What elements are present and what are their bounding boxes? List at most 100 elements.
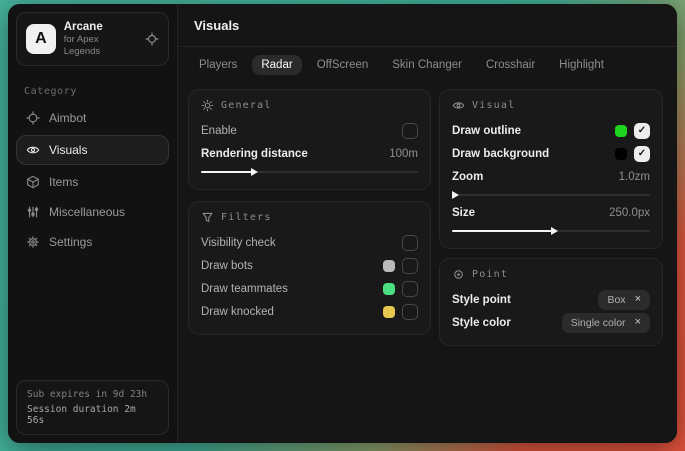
sidebar-item-items[interactable]: Items: [16, 169, 169, 195]
sidebar-item-visuals[interactable]: Visuals: [16, 135, 169, 165]
panel-visual-title: Visual: [472, 100, 515, 111]
session-duration-text: Session duration 2m 56s: [27, 404, 158, 426]
tab-crosshair[interactable]: Crosshair: [477, 55, 544, 75]
draw-bots-label: Draw bots: [201, 260, 253, 272]
check-icon: ✓: [638, 126, 646, 136]
draw-knocked-label: Draw knocked: [201, 306, 274, 318]
panel-general-title: General: [221, 100, 272, 111]
style-point-select[interactable]: Box ×: [598, 290, 650, 310]
panel-filters: Filters Visibility check Draw bots: [188, 201, 431, 335]
visibility-check-checkbox[interactable]: [402, 235, 418, 251]
draw-outline-row: Draw outline ✓: [452, 119, 650, 142]
slider-thumb[interactable]: [551, 227, 558, 235]
sliders-icon: [26, 205, 40, 219]
draw-teammates-checkbox[interactable]: [402, 281, 418, 297]
sidebar-item-label: Aimbot: [49, 111, 86, 125]
target-icon[interactable]: [145, 32, 159, 46]
panel-general: General Enable Rendering distance 100m: [188, 89, 431, 190]
sub-expires-text: Sub expires in 9d 23h: [27, 389, 158, 400]
sidebar-nav: Aimbot Visuals Items: [8, 105, 177, 255]
point-icon: [452, 268, 465, 281]
zoom-row: Zoom 1.0zm: [452, 165, 650, 188]
main-area: Visuals Players Radar OffScreen Skin Cha…: [178, 4, 677, 443]
check-icon: ✓: [638, 149, 646, 159]
size-row: Size 250.0px: [452, 201, 650, 224]
rendering-distance-label: Rendering distance: [201, 148, 308, 160]
draw-background-color-swatch[interactable]: [615, 148, 627, 160]
funnel-icon: [201, 211, 214, 224]
tab-highlight[interactable]: Highlight: [550, 55, 613, 75]
sidebar-item-miscellaneous[interactable]: Miscellaneous: [16, 199, 169, 225]
draw-outline-checkbox[interactable]: ✓: [634, 123, 650, 139]
style-color-value: Single color: [571, 317, 626, 329]
slider-thumb[interactable]: [452, 191, 459, 199]
gear-icon: [26, 235, 40, 249]
session-card: Sub expires in 9d 23h Session duration 2…: [16, 380, 169, 435]
box-icon: [26, 175, 40, 189]
tabbar: Players Radar OffScreen Skin Changer Cro…: [178, 47, 677, 81]
sidebar-item-aimbot[interactable]: Aimbot: [16, 105, 169, 131]
tab-radar[interactable]: Radar: [252, 55, 301, 75]
app-name: Arcane: [64, 20, 137, 34]
style-color-row: Style color Single color ×: [452, 311, 650, 334]
draw-background-checkbox[interactable]: ✓: [634, 146, 650, 162]
sidebar-item-label: Items: [49, 175, 78, 189]
style-color-select[interactable]: Single color ×: [562, 313, 650, 333]
visibility-check-label: Visibility check: [201, 237, 276, 249]
main-header: Visuals: [178, 4, 677, 47]
sidebar-item-settings[interactable]: Settings: [16, 229, 169, 255]
enable-checkbox[interactable]: [402, 123, 418, 139]
draw-knocked-color-swatch[interactable]: [383, 306, 395, 318]
draw-knocked-row: Draw knocked: [201, 300, 418, 323]
draw-bots-checkbox[interactable]: [402, 258, 418, 274]
enable-row: Enable: [201, 119, 418, 142]
draw-outline-label: Draw outline: [452, 125, 521, 137]
rendering-distance-value: 100m: [389, 148, 418, 160]
slider-thumb[interactable]: [251, 168, 258, 176]
zoom-slider[interactable]: [452, 189, 650, 201]
eye-icon: [452, 99, 465, 112]
clear-icon[interactable]: ×: [635, 294, 641, 305]
clear-icon[interactable]: ×: [635, 317, 641, 328]
panel-visual: Visual Draw outline ✓ Draw background: [439, 89, 663, 249]
size-label: Size: [452, 207, 475, 219]
draw-bots-row: Draw bots: [201, 254, 418, 277]
tab-skin-changer[interactable]: Skin Changer: [383, 55, 471, 75]
style-point-value: Box: [607, 294, 625, 306]
crosshair-icon: [26, 111, 40, 125]
draw-teammates-color-swatch[interactable]: [383, 283, 395, 295]
size-slider[interactable]: [452, 225, 650, 237]
brand-card: A Arcane for Apex Legends: [16, 12, 169, 66]
tab-players[interactable]: Players: [190, 55, 246, 75]
page-title: Visuals: [194, 18, 239, 33]
sidebar-item-label: Miscellaneous: [49, 205, 125, 219]
rendering-distance-slider[interactable]: [201, 166, 418, 178]
app-subtitle: for Apex Legends: [64, 34, 137, 58]
sidebar: A Arcane for Apex Legends Category: [8, 4, 178, 443]
app-window: A Arcane for Apex Legends Category: [8, 4, 677, 443]
enable-label: Enable: [201, 125, 237, 137]
content: General Enable Rendering distance 100m: [178, 81, 677, 356]
visibility-check-row: Visibility check: [201, 231, 418, 254]
draw-teammates-row: Draw teammates: [201, 277, 418, 300]
sidebar-item-label: Visuals: [49, 143, 87, 157]
style-point-label: Style point: [452, 294, 511, 306]
app-logo: A: [26, 24, 56, 54]
draw-teammates-label: Draw teammates: [201, 283, 288, 295]
style-point-row: Style point Box ×: [452, 288, 650, 311]
draw-knocked-checkbox[interactable]: [402, 304, 418, 320]
tab-offscreen[interactable]: OffScreen: [308, 55, 378, 75]
draw-bots-color-swatch[interactable]: [383, 260, 395, 272]
draw-outline-color-swatch[interactable]: [615, 125, 627, 137]
sun-icon: [201, 99, 214, 112]
rendering-distance-row: Rendering distance 100m: [201, 142, 418, 165]
draw-background-label: Draw background: [452, 148, 549, 160]
size-value: 250.0px: [609, 207, 650, 219]
draw-background-row: Draw background ✓: [452, 142, 650, 165]
zoom-label: Zoom: [452, 171, 483, 183]
panel-point-title: Point: [472, 269, 508, 280]
zoom-value: 1.0zm: [619, 171, 650, 183]
style-color-label: Style color: [452, 317, 511, 329]
panel-filters-title: Filters: [221, 212, 272, 223]
sidebar-item-label: Settings: [49, 235, 92, 249]
